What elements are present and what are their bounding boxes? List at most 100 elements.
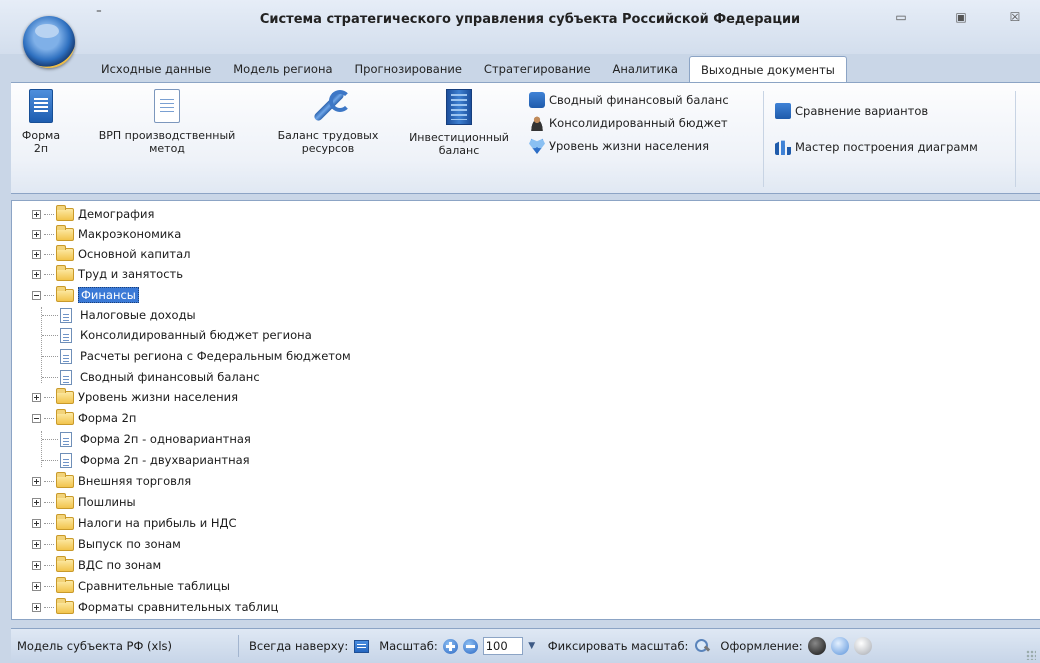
zoom-out-icon[interactable] <box>462 638 478 654</box>
expand-icon[interactable] <box>32 392 41 402</box>
expand-icon[interactable] <box>32 539 41 549</box>
tab-output-documents[interactable]: Выходные документы <box>688 56 847 82</box>
tree-folder-living-standard[interactable]: Уровень жизни населения <box>32 387 238 407</box>
theme-label: Оформление: <box>720 639 803 653</box>
labor-balance-label-1: Баланс трудовых <box>277 129 379 142</box>
tree-item-tax-revenue[interactable]: Налоговые доходы <box>42 305 196 325</box>
tree-node-label: Пошлины <box>78 495 136 509</box>
tree-folder-output-by-zones[interactable]: Выпуск по зонам <box>32 534 181 554</box>
maximize-button[interactable]: ▣ <box>946 10 976 28</box>
summary-financial-balance-button[interactable]: Сводный финансовый баланс <box>529 90 729 110</box>
expand-icon[interactable] <box>32 476 41 486</box>
open-folder-icon <box>56 285 74 302</box>
tree-item-forma-2p-double[interactable]: Форма 2п - двухвариантная <box>42 450 250 470</box>
tree-node-label-selected: Финансы <box>78 287 139 303</box>
tree-node-label: Форма 2п - двухвариантная <box>80 453 250 467</box>
vrp-button[interactable]: ВРП производственный метод <box>87 89 247 155</box>
theme-group: Оформление: <box>720 637 872 655</box>
tree-node-label: Форма 2п <box>78 411 137 425</box>
tree-node-label: Форматы сравнительных таблиц <box>78 600 279 614</box>
tree-folder-comparison-tables[interactable]: Сравнительные таблицы <box>32 576 230 596</box>
tree-folder-fixed-capital[interactable]: Основной капитал <box>32 244 190 264</box>
expand-icon[interactable] <box>32 249 41 259</box>
window-title: Система стратегического управления субъе… <box>259 12 801 27</box>
zoom-in-icon[interactable] <box>442 638 458 654</box>
tree-folder-profit-tax-vat[interactable]: Налоги на прибыль и НДС <box>32 513 237 533</box>
scale-input[interactable]: 100 <box>482 637 523 655</box>
forma-2p-button[interactable]: Форма 2п <box>19 89 63 155</box>
expand-icon[interactable] <box>32 209 41 219</box>
tree-folder-comparison-formats[interactable]: Форматы сравнительных таблиц <box>32 597 278 617</box>
application-orb-button[interactable] <box>23 16 75 68</box>
expand-icon[interactable] <box>32 560 41 570</box>
file-icon <box>60 327 72 343</box>
tab-source-data[interactable]: Исходные данные <box>90 56 222 82</box>
chart-wizard-button[interactable]: Мастер построения диаграмм <box>775 137 978 157</box>
expand-icon[interactable] <box>32 497 41 507</box>
folder-icon <box>56 387 74 404</box>
tree-item-forma-2p-single[interactable]: Форма 2п - одновариантная <box>42 429 251 449</box>
resize-grip-icon[interactable] <box>1026 650 1036 660</box>
compare-variants-label: Сравнение вариантов <box>795 104 929 118</box>
close-button[interactable]: ☒ <box>1000 10 1030 28</box>
magnifier-icon[interactable] <box>694 638 710 654</box>
always-on-top-group: Всегда наверху: <box>249 639 370 653</box>
tree-folder-demography[interactable]: Демография <box>32 204 154 224</box>
tree-node-label: Налоговые доходы <box>80 308 196 322</box>
collapse-icon[interactable] <box>32 413 41 423</box>
expand-icon[interactable] <box>32 269 41 279</box>
tree-folder-duties[interactable]: Пошлины <box>32 492 136 512</box>
tree-node-label: Налоги на прибыль и НДС <box>78 516 237 530</box>
tree-folder-forma-2p[interactable]: Форма 2п <box>32 408 136 428</box>
investment-balance-label-2: баланс <box>438 144 480 157</box>
ribbon-panel: Форма 2п ВРП производственный метод Бала… <box>11 82 1040 194</box>
theme-blue-button[interactable] <box>830 637 849 655</box>
ribbon-separator <box>763 91 764 187</box>
collapse-icon[interactable] <box>32 290 41 300</box>
tab-region-model[interactable]: Модель региона <box>222 56 343 82</box>
expand-icon[interactable] <box>32 518 41 528</box>
tree-folder-labor[interactable]: Труд и занятость <box>32 264 183 284</box>
labor-balance-label-2: ресурсов <box>301 142 355 155</box>
theme-black-button[interactable] <box>807 637 826 655</box>
tree-item-consolidated-budget[interactable]: Консолидированный бюджет региона <box>42 325 312 345</box>
document-icon <box>154 89 180 123</box>
tab-strategy[interactable]: Стратегирование <box>473 56 602 82</box>
folder-icon <box>56 492 74 509</box>
open-folder-icon <box>56 408 74 425</box>
compare-variants-button[interactable]: Сравнение вариантов <box>775 101 928 121</box>
summary-financial-balance-label: Сводный финансовый баланс <box>549 93 729 107</box>
tree-node-label: Расчеты региона с Федеральным бюджетом <box>80 349 351 363</box>
tree-folder-foreign-trade[interactable]: Внешняя торговля <box>32 471 191 491</box>
status-bar: Модель субъекта РФ (xls) Всегда наверху:… <box>11 628 1040 663</box>
tree-item-summary-balance[interactable]: Сводный финансовый баланс <box>42 367 260 387</box>
briefcase-icon <box>529 92 545 108</box>
expand-icon[interactable] <box>32 602 41 612</box>
wrench-icon <box>311 89 351 123</box>
theme-silver-button[interactable] <box>853 637 872 655</box>
living-standard-label: Уровень жизни населения <box>549 139 710 153</box>
consolidated-budget-label: Консолидированный бюджет <box>549 116 728 130</box>
tab-forecasting[interactable]: Прогнозирование <box>344 56 473 82</box>
tree-folder-finance[interactable]: Финансы <box>32 285 139 305</box>
vrp-label-2: метод <box>149 142 185 155</box>
tree-folder-gva-by-zones[interactable]: ВДС по зонам <box>32 555 161 575</box>
living-standard-button[interactable]: Уровень жизни населения <box>529 136 709 156</box>
expand-icon[interactable] <box>32 581 41 591</box>
minimize-button[interactable]: ▭ <box>886 10 916 28</box>
always-on-top-icon[interactable] <box>354 639 370 653</box>
folder-icon <box>56 555 74 572</box>
investment-balance-button[interactable]: Инвестиционный баланс <box>400 89 518 157</box>
folder-icon <box>56 224 74 241</box>
labor-balance-button[interactable]: Баланс трудовых ресурсов <box>263 89 393 155</box>
tree-item-federal-settlements[interactable]: Расчеты региона с Федеральным бюджетом <box>42 346 351 366</box>
file-icon <box>60 307 72 323</box>
tab-analytics[interactable]: Аналитика <box>602 56 689 82</box>
consolidated-budget-button[interactable]: Консолидированный бюджет <box>529 113 728 133</box>
tree-node-label: Выпуск по зонам <box>78 537 181 551</box>
tree-node-label: Консолидированный бюджет региона <box>80 328 312 342</box>
expand-icon[interactable] <box>32 229 41 239</box>
chevron-down-icon[interactable]: ▼ <box>526 641 538 651</box>
tree-node-label: Труд и занятость <box>78 267 183 281</box>
tree-folder-macroeconomics[interactable]: Макроэкономика <box>32 224 181 244</box>
